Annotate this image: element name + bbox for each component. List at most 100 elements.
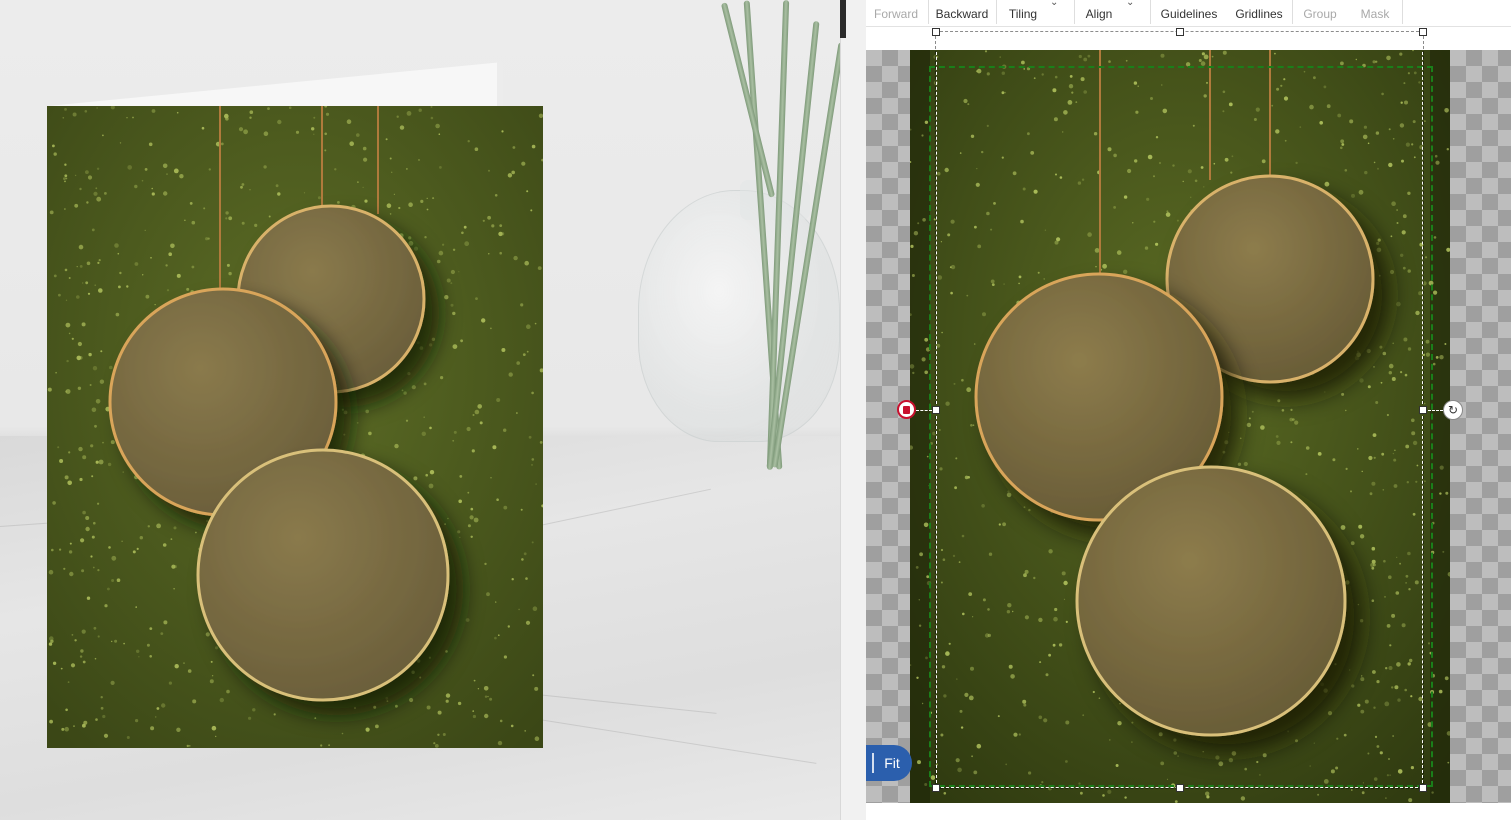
tiling-button[interactable]: Tiling [998,0,1048,26]
glitter-sparkle [73,725,75,727]
resize-handle-right[interactable] [1419,406,1427,414]
glitter-sparkle [341,408,344,411]
chevron-down-icon[interactable]: ⌄ [1126,0,1134,8]
glitter-sparkle [64,208,66,210]
glitter-sparkle [437,710,442,715]
glitter-sparkle [135,606,137,608]
glitter-sparkle [85,526,90,532]
glitter-sparkle [413,246,419,251]
glitter-sparkle [917,222,920,225]
glitter-sparkle [910,244,914,248]
glitter-sparkle [111,555,117,561]
glitter-sparkle [201,126,205,130]
group-button[interactable]: Group [1294,0,1346,26]
glitter-sparkle [117,252,120,255]
glitter-sparkle [110,680,115,686]
glitter-sparkle [459,475,463,478]
glitter-sparkle [53,152,57,156]
glitter-sparkle [114,639,118,643]
glitter-sparkle [453,430,457,434]
glitter-sparkle [52,144,55,148]
resize-handle-top[interactable] [1176,28,1184,36]
delete-button[interactable] [897,400,916,419]
glitter-sparkle [228,216,233,221]
rotate-button[interactable]: ↻ [1443,400,1463,420]
glitter-sparkle [161,703,166,708]
glitter-sparkle [1444,676,1449,681]
glitter-sparkle [314,717,317,719]
glitter-sparkle [408,236,412,240]
glitter-sparkle [183,662,185,664]
glitter-sparkle [313,116,316,119]
chevron-down-icon[interactable]: ⌄ [1050,0,1058,8]
glitter-sparkle [924,337,929,342]
glitter-sparkle [421,431,426,436]
glitter-sparkle [921,702,924,705]
glitter-sparkle [72,112,77,117]
backward-button[interactable]: Backward [930,0,994,26]
glitter-sparkle [163,191,168,196]
glitter-sparkle [435,123,440,129]
glitter-sparkle [115,312,120,317]
glitter-sparkle [1439,465,1444,470]
glitter-sparkle [398,206,401,210]
glitter-sparkle [472,714,476,719]
glitter-sparkle [416,659,421,663]
resize-handle-top-left[interactable] [932,28,940,36]
glitter-sparkle [64,268,68,272]
glitter-sparkle [1446,148,1449,151]
glitter-sparkle [317,196,321,200]
glitter-sparkle [494,636,497,640]
glitter-sparkle [103,733,109,738]
glitter-sparkle [467,491,470,494]
resize-handle-bottom-right[interactable] [1419,784,1427,792]
glitter-sparkle [496,398,501,402]
glitter-sparkle [363,157,368,162]
glitter-sparkle [437,733,440,736]
glitter-sparkle [486,592,490,597]
glitter-sparkle [1408,798,1413,803]
glitter-sparkle [447,517,449,520]
glitter-sparkle [512,146,516,149]
glitter-sparkle [471,449,475,453]
panel-divider[interactable] [840,0,867,820]
glitter-sparkle [532,606,538,611]
glitter-sparkle [67,480,72,486]
glitter-sparkle [521,558,524,561]
glitter-sparkle [126,285,129,288]
gridlines-button[interactable]: Gridlines [1230,0,1288,26]
glitter-sparkle [123,642,125,645]
fit-button[interactable]: Fit [866,745,912,781]
glitter-sparkle [917,760,921,765]
glitter-sparkle [171,564,176,569]
glitter-sparkle [148,142,153,147]
glitter-sparkle [419,676,422,679]
glitter-sparkle [277,119,282,125]
glitter-sparkle [445,693,451,698]
forward-button[interactable]: Forward [866,0,926,26]
glitter-sparkle [132,550,136,554]
glitter-sparkle [416,341,420,345]
glitter-sparkle [450,269,455,275]
glitter-sparkle [160,632,164,635]
resize-handle-top-right[interactable] [1419,28,1427,36]
glitter-sparkle [465,618,470,622]
selection-box[interactable] [935,31,1424,789]
resize-handle-bottom-left[interactable] [932,784,940,792]
glitter-sparkle [487,695,489,698]
glitter-sparkle [52,661,57,665]
glitter-sparkle [168,252,172,256]
glitter-sparkle [92,566,95,569]
guidelines-button[interactable]: Guidelines [1156,0,1222,26]
glitter-sparkle [492,445,497,450]
glitter-sparkle [142,274,144,276]
resize-handle-bottom[interactable] [1176,784,1184,792]
divider-grip[interactable] [840,0,846,38]
align-button[interactable]: Align [1076,0,1122,26]
glitter-sparkle [409,697,414,703]
glitter-sparkle [385,138,388,141]
mask-button[interactable]: Mask [1350,0,1400,26]
glitter-sparkle [389,157,392,160]
glitter-sparkle [425,473,429,477]
resize-handle-left[interactable] [932,406,940,414]
